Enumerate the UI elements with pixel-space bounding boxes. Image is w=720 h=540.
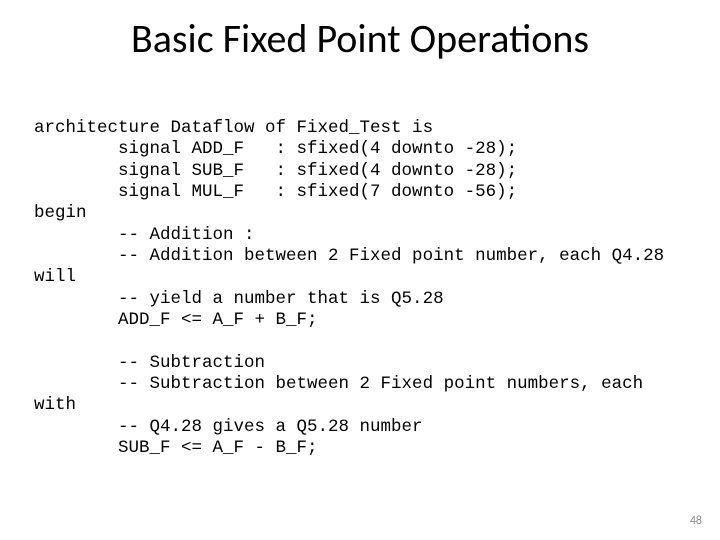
code-line: -- Addition :	[34, 225, 255, 245]
code-line: SUB_F <= A_F - B_F;	[34, 438, 318, 458]
code-line: signal MUL_F : sfixed(7 downto -56);	[34, 182, 517, 202]
code-line: signal ADD_F : sfixed(4 downto -28);	[34, 139, 517, 159]
code-line: -- Subtraction between 2 Fixed point num…	[34, 374, 643, 394]
code-line: -- Subtraction	[34, 353, 265, 373]
code-line: begin	[34, 203, 87, 223]
code-line: -- Addition between 2 Fixed point number…	[34, 246, 664, 266]
code-line: ADD_F <= A_F + B_F;	[34, 310, 318, 330]
code-line: will	[34, 267, 76, 287]
code-line: architecture Dataflow of Fixed_Test is	[34, 118, 433, 138]
code-line: -- yield a number that is Q5.28	[34, 289, 444, 309]
code-block: architecture Dataflow of Fixed_Test is s…	[34, 118, 690, 460]
page-number: 48	[690, 514, 702, 528]
code-line: signal SUB_F : sfixed(4 downto -28);	[34, 161, 517, 181]
code-line: with	[34, 395, 76, 415]
slide: Basic Fixed Point Operations architectur…	[0, 0, 720, 540]
code-line: -- Q4.28 gives a Q5.28 number	[34, 417, 423, 437]
slide-title: Basic Fixed Point Operations	[0, 14, 720, 63]
